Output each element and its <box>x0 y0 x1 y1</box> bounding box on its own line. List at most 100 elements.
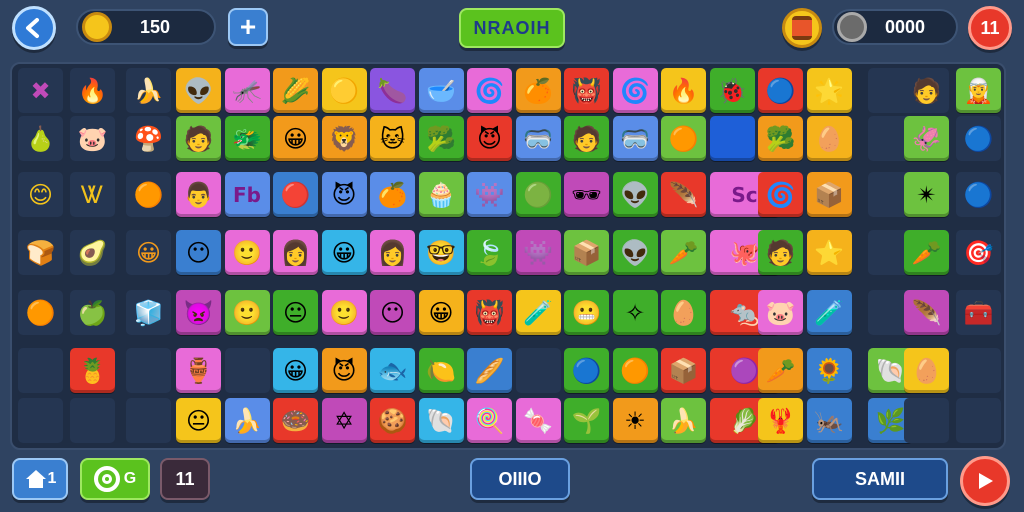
game-tile[interactable]: 🥖 <box>467 348 512 393</box>
game-tile[interactable]: 🦑 <box>904 116 949 161</box>
game-tile[interactable]: 👽 <box>176 68 221 113</box>
game-tile[interactable]: 👾 <box>515 230 561 275</box>
game-tile[interactable]: 🔥 <box>661 68 706 113</box>
center-button[interactable]: OIIIO <box>470 458 570 500</box>
game-tile[interactable]: 😊 <box>18 172 63 217</box>
game-tile[interactable]: 🔥 <box>70 68 115 113</box>
game-tile[interactable]: 🧁 <box>418 172 464 217</box>
game-tile[interactable]: 😀 <box>126 230 171 275</box>
game-tile[interactable]: 🧊 <box>126 290 171 335</box>
game-tile[interactable]: 🧪 <box>515 290 561 335</box>
game-tile[interactable]: 😀 <box>418 290 464 335</box>
game-tile[interactable]: 🥕 <box>904 230 949 275</box>
game-tile[interactable]: 🥕 <box>661 230 706 275</box>
game-tile[interactable]: ☀ <box>612 398 658 443</box>
game-tile[interactable]: 🍄 <box>126 116 171 161</box>
game-tile[interactable]: ✴ <box>904 172 949 217</box>
game-tile[interactable]: 🏺 <box>176 348 221 393</box>
game-tile[interactable]: 🔵 <box>956 116 1001 161</box>
game-tile[interactable]: 🧑 <box>176 116 221 161</box>
game-tile[interactable]: 🥕 <box>758 348 803 393</box>
game-tile[interactable]: 🪶 <box>661 172 706 217</box>
game-tile[interactable]: 🟠 <box>18 290 63 335</box>
game-tile[interactable]: 🍞 <box>18 230 63 275</box>
game-tile[interactable]: 🐷 <box>70 116 115 161</box>
game-tile[interactable]: 🪶 <box>904 290 949 335</box>
game-tile[interactable]: 🍐 <box>18 116 63 161</box>
game-tile[interactable]: 🎯 <box>956 230 1001 275</box>
game-tile[interactable]: 🧑 <box>758 230 803 275</box>
game-tile[interactable]: 🥚 <box>904 348 949 393</box>
game-tile[interactable]: 🍏 <box>70 290 115 335</box>
game-tile[interactable]: 🍋 <box>418 348 464 393</box>
game-tile[interactable]: 🥦 <box>758 116 803 161</box>
game-tile[interactable]: 👩 <box>370 230 415 275</box>
game-tile[interactable]: 🐟 <box>370 348 415 393</box>
back-button[interactable] <box>12 6 56 50</box>
game-tile[interactable]: 🟡 <box>321 68 367 113</box>
game-tile[interactable]: 🥚 <box>661 290 706 335</box>
game-tile[interactable]: 👽 <box>612 172 658 217</box>
game-tile[interactable]: 🟢 <box>515 172 561 217</box>
game-tile[interactable]: 🟠 <box>612 348 658 393</box>
right-action-button[interactable]: SAMII <box>812 458 948 500</box>
game-tile[interactable]: 🍍 <box>70 348 115 393</box>
game-tile[interactable]: 🌀 <box>612 68 658 113</box>
game-tile[interactable]: 🐲 <box>224 116 270 161</box>
game-tile[interactable]: 🟠 <box>661 116 706 161</box>
game-tile[interactable]: 🔵 <box>564 348 609 393</box>
game-tile[interactable]: ⭐ <box>806 230 852 275</box>
game-tile[interactable]: 🌟 <box>806 68 852 113</box>
game-tile[interactable]: 🍆 <box>370 68 415 113</box>
game-tile[interactable]: 🥽 <box>612 116 658 161</box>
game-tile[interactable]: 😀 <box>273 348 318 393</box>
add-coins-button[interactable]: + <box>228 8 268 46</box>
game-tile[interactable]: 🐱 <box>370 116 415 161</box>
game-tile[interactable]: 🧰 <box>956 290 1001 335</box>
game-tile[interactable]: 🦟 <box>224 68 270 113</box>
game-tile[interactable]: 😐 <box>176 398 221 443</box>
game-tile[interactable]: 🍌 <box>661 398 706 443</box>
game-tile[interactable]: ✖ <box>18 68 63 113</box>
game-tile[interactable]: 🥦 <box>418 116 464 161</box>
barrel-button[interactable] <box>782 8 822 48</box>
game-tile[interactable]: 😈 <box>321 348 367 393</box>
game-tile[interactable]: 😬 <box>564 290 609 335</box>
game-tile[interactable]: 🌽 <box>273 68 318 113</box>
game-tile[interactable]: 📦 <box>564 230 609 275</box>
game-tile[interactable]: 👿 <box>176 290 221 335</box>
game-tile[interactable]: 🌀 <box>467 68 512 113</box>
game-tile[interactable]: 😀 <box>273 116 318 161</box>
game-tile[interactable]: Ꮤ <box>70 172 115 217</box>
game-tile[interactable]: 🍊 <box>515 68 561 113</box>
game-tile[interactable]: 🟠 <box>126 172 171 217</box>
game-tile[interactable]: 🕶 <box>564 172 609 217</box>
game-tile[interactable]: 🦞 <box>758 398 803 443</box>
game-tile[interactable]: 🍊 <box>370 172 415 217</box>
lives-badge[interactable]: 11 <box>968 6 1012 50</box>
game-tile[interactable]: 🐞 <box>709 68 755 113</box>
game-tile[interactable]: 🧑 <box>564 116 609 161</box>
game-tile[interactable]: 🍬 <box>515 398 561 443</box>
game-tile[interactable]: ✧ <box>612 290 658 335</box>
game-tile[interactable]: 😈 <box>321 172 367 217</box>
game-tile[interactable]: 🧝 <box>956 68 1001 113</box>
game-tile[interactable]: 📦 <box>806 172 852 217</box>
game-tile[interactable]: 😶 <box>176 230 221 275</box>
game-tile[interactable]: 🔵 <box>758 68 803 113</box>
game-tile[interactable]: 🍌 <box>126 68 171 113</box>
game-tile[interactable]: 😐 <box>273 290 318 335</box>
game-tile[interactable]: 🦁 <box>321 116 367 161</box>
swirl-button[interactable]: G <box>80 458 150 500</box>
game-tile[interactable]: 🔴 <box>273 172 318 217</box>
game-tile[interactable]: 👹 <box>564 68 609 113</box>
game-tile[interactable]: 🥽 <box>515 116 561 161</box>
game-tile[interactable]: 🌱 <box>564 398 609 443</box>
home-button[interactable]: 1 <box>12 458 68 500</box>
game-tile[interactable]: 👹 <box>467 290 512 335</box>
game-tile[interactable]: 🥑 <box>70 230 115 275</box>
game-tile[interactable]: 🔵 <box>956 172 1001 217</box>
game-tile[interactable]: 🍪 <box>370 398 415 443</box>
game-tile[interactable]: 😈 <box>467 116 512 161</box>
game-tile[interactable]: 👽 <box>612 230 658 275</box>
